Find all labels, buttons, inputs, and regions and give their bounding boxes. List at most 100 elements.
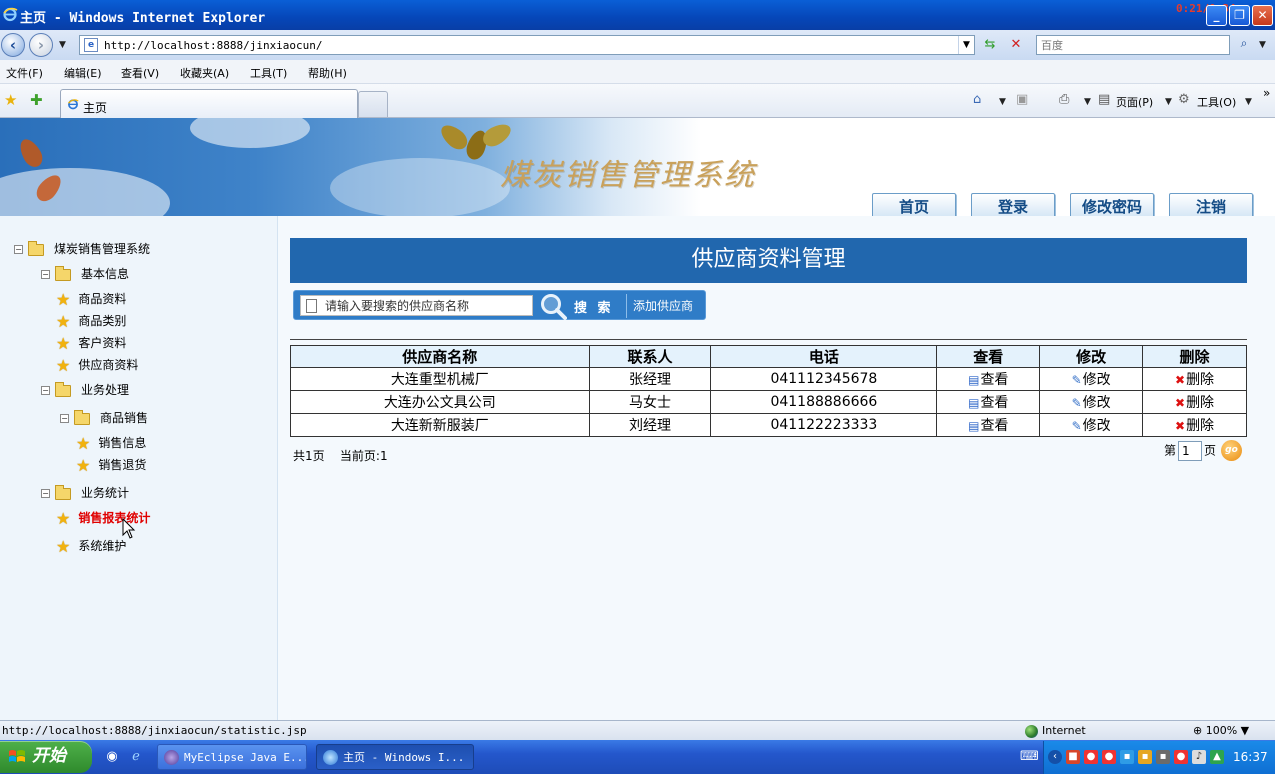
new-tab-button[interactable]	[358, 91, 388, 117]
delete-link[interactable]: ✖删除	[1142, 367, 1247, 391]
collapse-icon[interactable]: −	[41, 489, 50, 498]
view-icon: ▤	[968, 373, 980, 387]
taskbar-ie-window[interactable]: 主页 - Windows I...	[316, 744, 474, 770]
refresh-icon[interactable]: ⇆	[980, 36, 1000, 54]
quicklaunch-app-icon[interactable]: ◉	[104, 749, 120, 765]
tab-label: 主页	[83, 101, 108, 115]
page-dropdown-icon[interactable]: ▼	[1165, 97, 1172, 107]
tree-group-statistics[interactable]: − 业务统计	[41, 484, 129, 502]
tree-item-customer[interactable]: ★ 客户资料	[56, 334, 126, 352]
nav-login-button[interactable]: 登录	[971, 193, 1055, 216]
sidebar-tree: − 煤炭销售管理系统 − 基本信息 ★ 商品资料 ★ 商品类别 ★ 客户资料 ★ 供应商资料…	[0, 216, 278, 720]
collapse-icon[interactable]: −	[14, 245, 23, 254]
search-input[interactable]	[1037, 36, 1229, 54]
tab-home[interactable]: 主页	[60, 89, 358, 118]
stop-icon[interactable]: ✕	[1006, 36, 1026, 54]
home-icon[interactable]: ⌂	[973, 92, 981, 107]
qq-icon[interactable]: ●	[1084, 750, 1098, 764]
tree-item-sales-report[interactable]: ★ 销售报表统计	[56, 509, 150, 527]
print-dropdown-icon[interactable]: ▼	[1084, 97, 1091, 107]
tray-app-icon[interactable]: ▪	[1156, 750, 1170, 764]
security-shield-icon[interactable]: ▲	[1210, 750, 1224, 764]
go-button[interactable]: go	[1221, 440, 1242, 461]
qq-icon[interactable]: ●	[1102, 750, 1116, 764]
tools-menu[interactable]: 工具(O)	[1197, 94, 1236, 110]
tree-item-supplier[interactable]: ★ 供应商资料	[56, 356, 138, 374]
view-link[interactable]: ▤查看	[936, 413, 1041, 437]
search-box[interactable]	[1036, 35, 1230, 55]
home-dropdown-icon[interactable]: ▼	[999, 97, 1006, 107]
gear-icon[interactable]: ⚙	[1178, 92, 1190, 107]
search-button[interactable]: 搜 索	[574, 297, 614, 316]
address-dropdown-icon[interactable]: ▼	[958, 36, 974, 54]
taskbar-item-label: MyEclipse Java E...	[184, 751, 307, 764]
forward-button[interactable]: ›	[29, 33, 53, 57]
delete-link[interactable]: ✖删除	[1142, 413, 1247, 437]
minimize-button[interactable]: _	[1206, 5, 1227, 26]
delete-icon: ✖	[1175, 396, 1186, 410]
favorites-star-icon[interactable]: ★	[4, 91, 17, 109]
supplier-search-field[interactable]	[300, 295, 533, 316]
ie-taskbar-icon	[323, 750, 338, 765]
view-link[interactable]: ▤查看	[936, 390, 1041, 414]
page-number-input[interactable]	[1178, 441, 1203, 461]
search-options-icon[interactable]: ▼	[1259, 40, 1266, 50]
table-row: 大连办公文具公司 马女士 041188886666 ▤查看 ✎修改 ✖删除	[290, 390, 1247, 414]
menu-edit[interactable]: 编辑(E)	[64, 65, 102, 81]
nav-change-password-button[interactable]: 修改密码	[1070, 193, 1154, 216]
quicklaunch-ie-icon[interactable]: ℯ	[128, 749, 144, 765]
menu-help[interactable]: 帮助(H)	[308, 65, 347, 81]
view-link[interactable]: ▤查看	[936, 367, 1041, 391]
search-icon[interactable]: ⌕	[1234, 36, 1254, 54]
menu-favorites[interactable]: 收藏夹(A)	[180, 65, 229, 81]
network-icon[interactable]: ▪	[1120, 750, 1134, 764]
magnifier-icon[interactable]	[539, 292, 567, 320]
menu-file[interactable]: 文件(F)	[6, 65, 43, 81]
nav-home-button[interactable]: 首页	[872, 193, 956, 216]
tree-item-category[interactable]: ★ 商品类别	[56, 312, 126, 330]
tree-item-sales-info[interactable]: ★ 销售信息	[76, 434, 146, 452]
add-supplier-button[interactable]: 添加供应商	[633, 297, 693, 314]
page-menu-icon[interactable]: ▤	[1098, 92, 1110, 107]
tree-subgroup-sales[interactable]: − 商品销售	[60, 409, 148, 427]
qq-icon[interactable]: ●	[1174, 750, 1188, 764]
nav-logout-button[interactable]: 注销	[1169, 193, 1253, 216]
tree-item-maintenance[interactable]: ★ 系统维护	[56, 537, 126, 555]
feeds-icon[interactable]: ▣	[1016, 92, 1028, 107]
volume-icon[interactable]: ♪	[1192, 750, 1206, 764]
address-field[interactable]: e http://localhost:8888/jinxiaocun/ ▼	[79, 35, 975, 55]
menu-tools[interactable]: 工具(T)	[250, 65, 287, 81]
add-favorite-icon[interactable]: ✚	[30, 91, 43, 109]
tree-item-product[interactable]: ★ 商品资料	[56, 290, 126, 308]
menu-view[interactable]: 查看(V)	[121, 65, 159, 81]
page-menu[interactable]: 页面(P)	[1116, 94, 1153, 110]
collapse-icon[interactable]: −	[41, 270, 50, 279]
taskbar-myeclipse[interactable]: MyEclipse Java E...	[157, 744, 307, 770]
print-icon[interactable]: ⎙	[1059, 92, 1069, 107]
maximize-button[interactable]: ❐	[1229, 5, 1250, 26]
tray-app-icon[interactable]: ▪	[1138, 750, 1152, 764]
tray-app-icon[interactable]: ■	[1066, 750, 1080, 764]
delete-link[interactable]: ✖删除	[1142, 390, 1247, 414]
tray-expand-icon[interactable]: ‹	[1048, 750, 1062, 764]
tree-item-sales-return[interactable]: ★ 销售退货	[76, 456, 146, 474]
edit-link[interactable]: ✎修改	[1039, 390, 1144, 414]
zoom-level[interactable]: ⊕ 100% ▼	[1193, 724, 1249, 737]
tools-dropdown-icon[interactable]: ▼	[1245, 97, 1252, 107]
back-button[interactable]: ‹	[1, 33, 25, 57]
edit-link[interactable]: ✎修改	[1039, 413, 1144, 437]
collapse-icon[interactable]: −	[60, 414, 69, 423]
close-window-button[interactable]: ✕	[1252, 5, 1273, 26]
view-icon: ▤	[968, 419, 980, 433]
collapse-icon[interactable]: −	[41, 386, 50, 395]
tree-group-business[interactable]: − 业务处理	[41, 381, 129, 399]
history-dropdown-icon[interactable]: ▼	[59, 40, 66, 50]
tree-root-label: 煤炭销售管理系统	[54, 242, 151, 256]
chevron-right-icon[interactable]: »	[1263, 86, 1270, 100]
start-button[interactable]: 开始	[0, 741, 92, 773]
keyboard-icon[interactable]: ⌨	[1020, 749, 1039, 765]
supplier-search-input[interactable]	[325, 297, 530, 314]
tree-group-basic[interactable]: − 基本信息	[41, 265, 129, 283]
tree-root[interactable]: − 煤炭销售管理系统	[14, 240, 150, 258]
edit-link[interactable]: ✎修改	[1039, 367, 1144, 391]
